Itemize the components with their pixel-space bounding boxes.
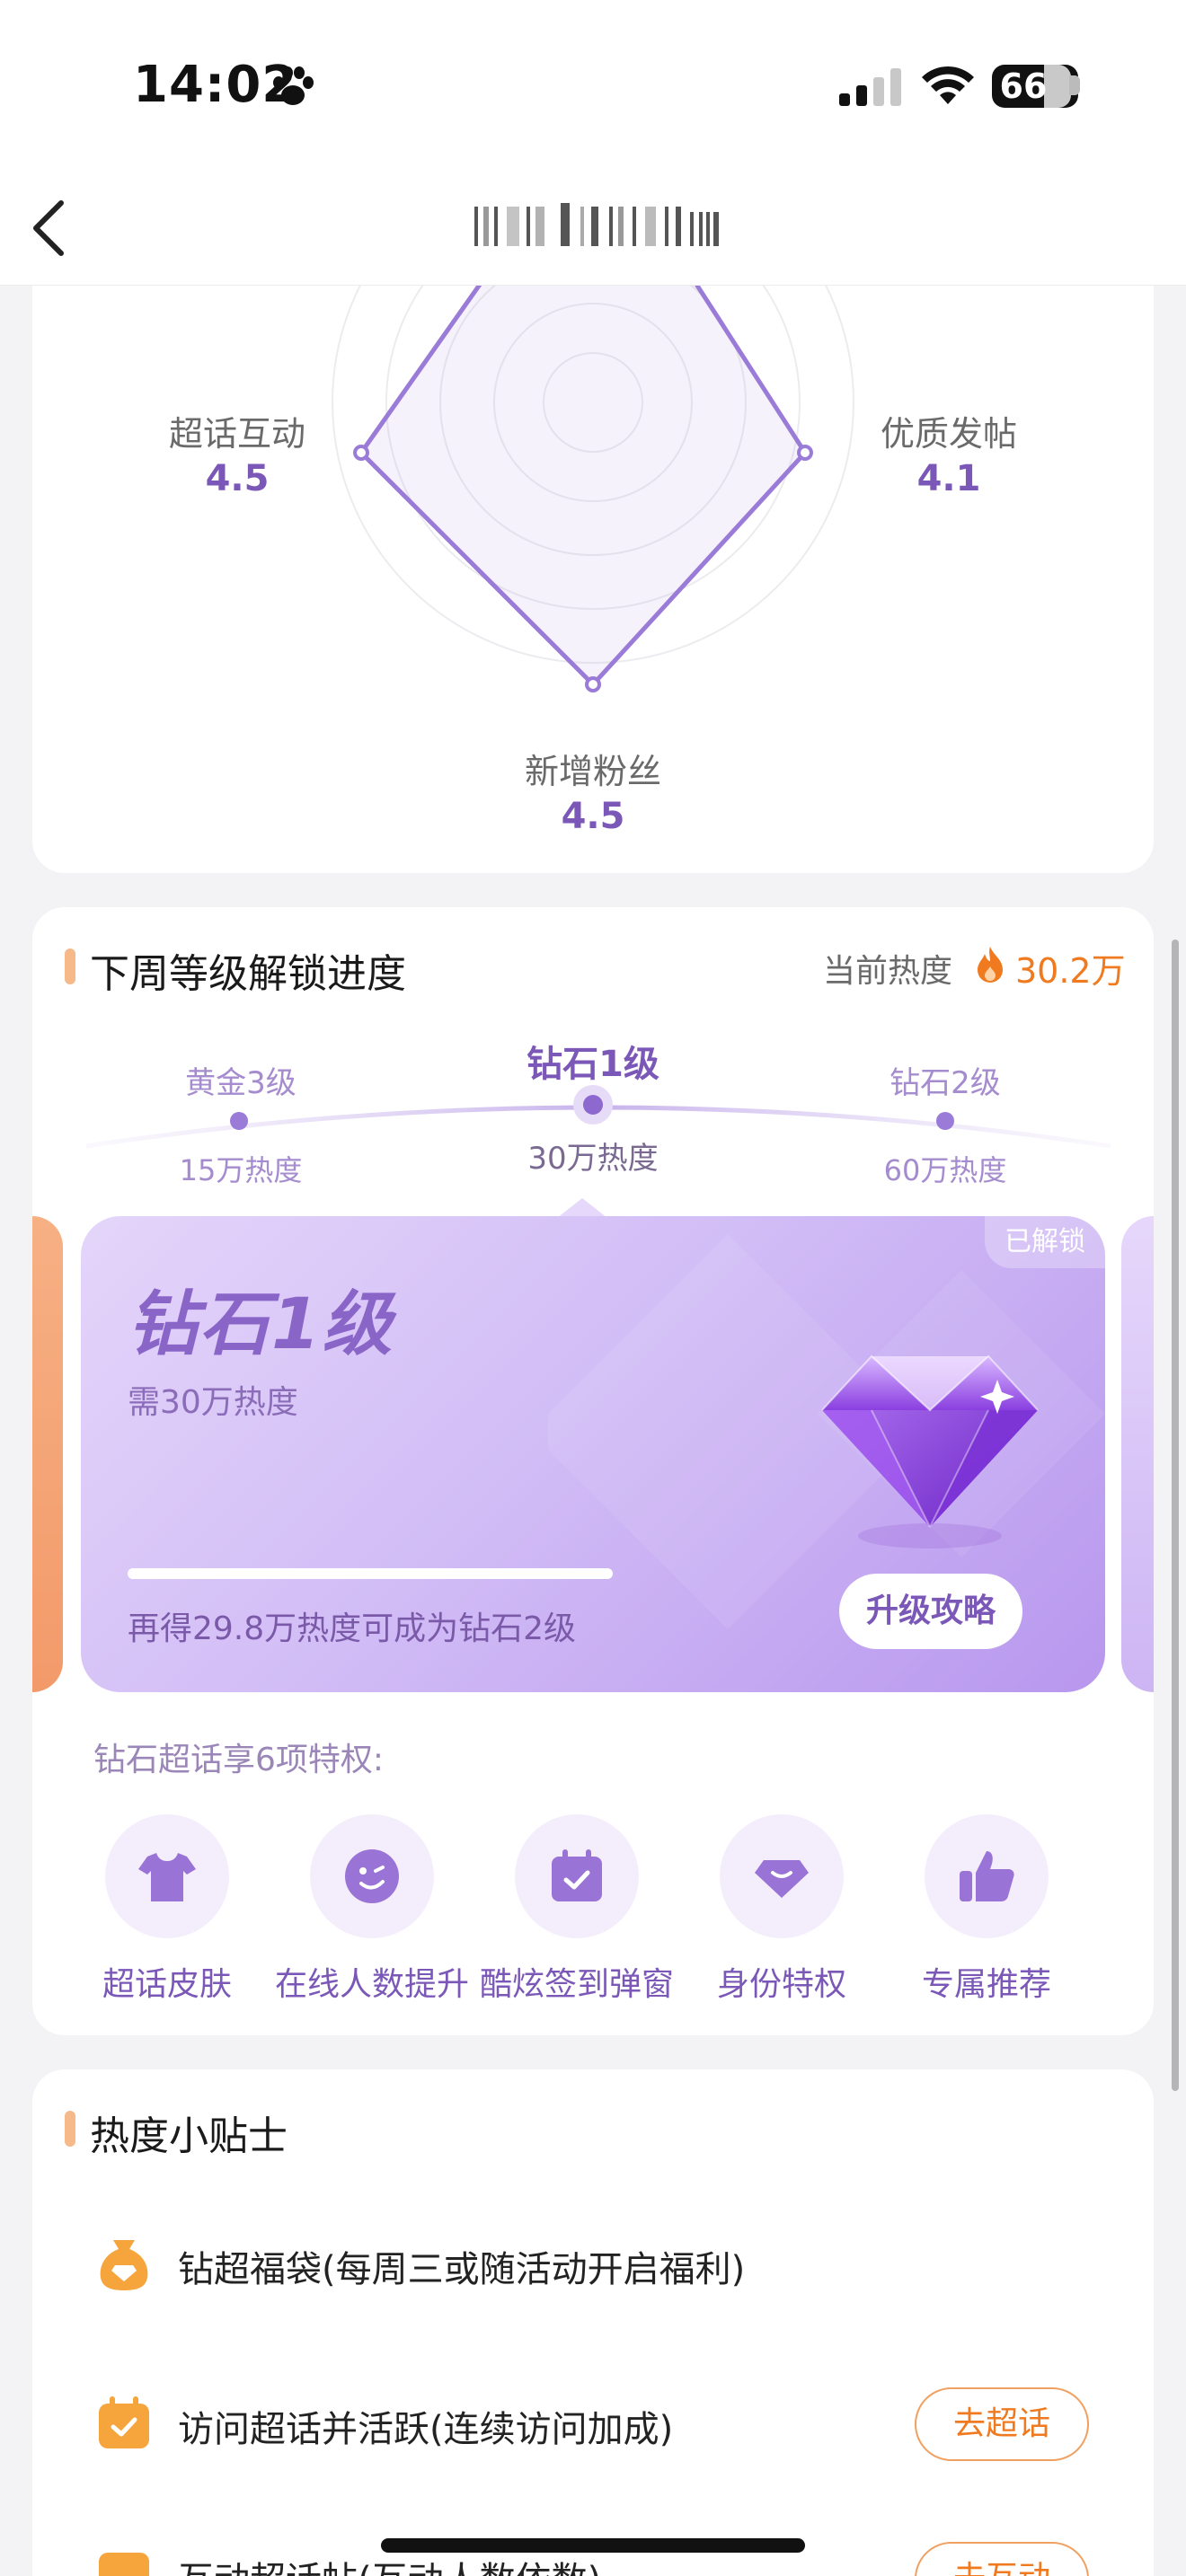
track-dot-next bbox=[936, 1112, 954, 1130]
next-level-card-peek[interactable] bbox=[1121, 1216, 1154, 1692]
card-need-text: 需30万热度 bbox=[128, 1384, 298, 1421]
fire-icon bbox=[978, 947, 1003, 983]
go-interact-button[interactable]: 去互动 bbox=[915, 2542, 1089, 2576]
tip-text: 钻超福袋(每周三或随活动开启福利) bbox=[178, 2249, 746, 2290]
go-supertopic-button[interactable]: 去超话 bbox=[915, 2387, 1089, 2461]
privilege-label: 专属推荐 bbox=[921, 1966, 1051, 2003]
tshirt-icon bbox=[138, 1853, 196, 1901]
upgrade-guide-button[interactable]: 升级攻略 bbox=[839, 1574, 1022, 1649]
chat-icon bbox=[99, 2553, 149, 2576]
scrollbar[interactable] bbox=[1172, 940, 1179, 2091]
page-title-redacted bbox=[474, 203, 719, 246]
prev-level-card-peek[interactable] bbox=[32, 1216, 63, 1692]
privilege-item-recommend[interactable]: 专属推荐 bbox=[883, 1814, 1090, 2005]
privilege-label: 身份特权 bbox=[716, 1966, 846, 2003]
radar-label-interaction: 超话互动 bbox=[168, 414, 305, 454]
card-pointer bbox=[557, 1198, 607, 1218]
battery-level: 66 bbox=[999, 66, 1048, 106]
track-need-current: 30万热度 bbox=[527, 1141, 659, 1177]
card-level-name: 钻石1级 bbox=[128, 1284, 394, 1365]
radar-point-posts bbox=[797, 445, 813, 461]
radar-label-fans: 新增粉丝 bbox=[524, 752, 661, 791]
radar-value-fans: 4.5 bbox=[561, 796, 625, 837]
radar-point-interaction bbox=[353, 445, 369, 461]
radar-value-interaction: 4.5 bbox=[205, 458, 270, 499]
smile-face-icon bbox=[345, 1849, 399, 1903]
diamond-badge-icon bbox=[755, 1860, 809, 1898]
level-section-title: 下周等级解锁进度 bbox=[90, 951, 406, 997]
track-need-next: 60万热度 bbox=[883, 1153, 1007, 1187]
privilege-icon-bg bbox=[925, 1814, 1049, 1938]
privilege-item-skin[interactable]: 超话皮肤 bbox=[64, 1814, 270, 2005]
calendar-check-icon bbox=[552, 1849, 602, 1901]
chevron-left-icon[interactable] bbox=[25, 196, 70, 260]
privilege-icon-bg bbox=[515, 1814, 639, 1938]
battery-tip bbox=[1069, 75, 1080, 95]
track-need-prev: 15万热度 bbox=[179, 1153, 303, 1187]
lucky-bag-icon bbox=[100, 2240, 148, 2290]
signal-icon bbox=[839, 68, 901, 106]
privilege-icon-bg bbox=[310, 1814, 434, 1938]
tip-text: 互动超话帖(互动人数依数) bbox=[178, 2551, 601, 2576]
diamond-icon bbox=[821, 1354, 1039, 1548]
radar-point-fans bbox=[585, 676, 601, 693]
calendar-icon bbox=[99, 2396, 149, 2448]
current-heat-value: 30.2万 bbox=[1015, 951, 1126, 991]
wifi-icon bbox=[922, 66, 974, 104]
thumbs-up-icon bbox=[960, 1851, 1014, 1901]
track-dot-prev bbox=[230, 1112, 248, 1130]
privilege-label: 在线人数提升 bbox=[274, 1966, 469, 2003]
privilege-item-online[interactable]: 在线人数提升 bbox=[269, 1814, 475, 2005]
radar-value-posts: 4.1 bbox=[916, 458, 981, 499]
privilege-item-identity[interactable]: 身份特权 bbox=[678, 1814, 885, 2005]
radar-label-posts: 优质发帖 bbox=[880, 414, 1017, 454]
section-accent-bar bbox=[65, 2111, 75, 2147]
tip-text: 访问超话并活跃(连续访问加成) bbox=[178, 2409, 674, 2450]
privilege-label: 酷炫签到弹窗 bbox=[479, 1966, 674, 2003]
level-progress-fill bbox=[128, 1568, 613, 1579]
privilege-label: 超话皮肤 bbox=[102, 1966, 232, 2003]
section-accent-bar bbox=[65, 948, 75, 984]
privilege-icon-bg bbox=[105, 1814, 229, 1938]
radar-polygon bbox=[358, 286, 808, 687]
privilege-icon-bg bbox=[720, 1814, 844, 1938]
tips-section-title: 热度小贴士 bbox=[90, 2113, 288, 2159]
home-indicator[interactable] bbox=[381, 2538, 805, 2553]
privilege-item-checkin[interactable]: 酷炫签到弹窗 bbox=[474, 1814, 680, 2005]
track-dot-current bbox=[583, 1095, 603, 1115]
privilege-title: 钻石超话享6项特权: bbox=[93, 1742, 385, 1778]
unlocked-badge: 已解锁 bbox=[985, 1216, 1105, 1268]
paw-icon bbox=[273, 66, 314, 105]
card-hint-text: 再得29.8万热度可成为钻石2级 bbox=[128, 1610, 577, 1647]
current-heat-label: 当前热度 bbox=[823, 953, 953, 990]
